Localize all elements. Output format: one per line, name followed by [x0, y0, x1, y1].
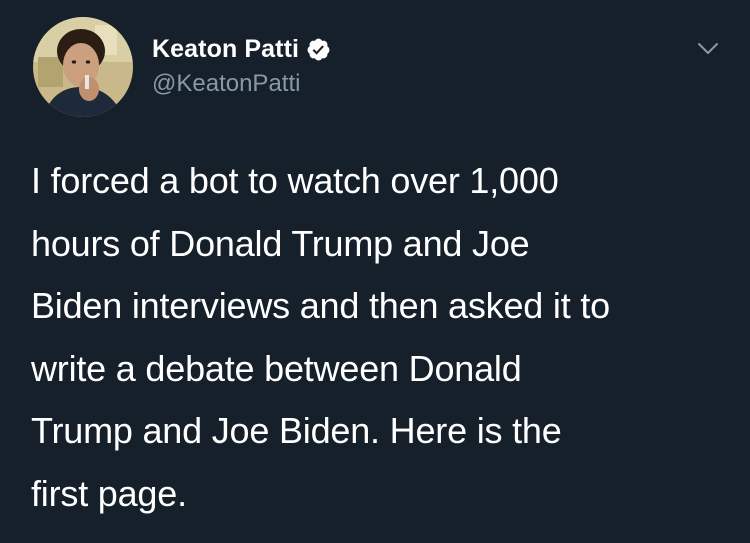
tweet-text: I forced a bot to watch over 1,000 hours… — [31, 160, 610, 514]
chevron-down-icon[interactable] — [694, 34, 722, 62]
verified-badge-icon — [306, 37, 331, 62]
author-display-name[interactable]: Keaton Patti — [152, 35, 299, 64]
author-handle[interactable]: @KeatonPatti — [152, 70, 300, 98]
avatar[interactable] — [33, 17, 133, 117]
avatar-photo — [33, 17, 133, 117]
author-name-row: Keaton Patti — [152, 32, 331, 66]
tweet-card: Keaton Patti @KeatonPatti I forced a bot… — [0, 0, 750, 543]
